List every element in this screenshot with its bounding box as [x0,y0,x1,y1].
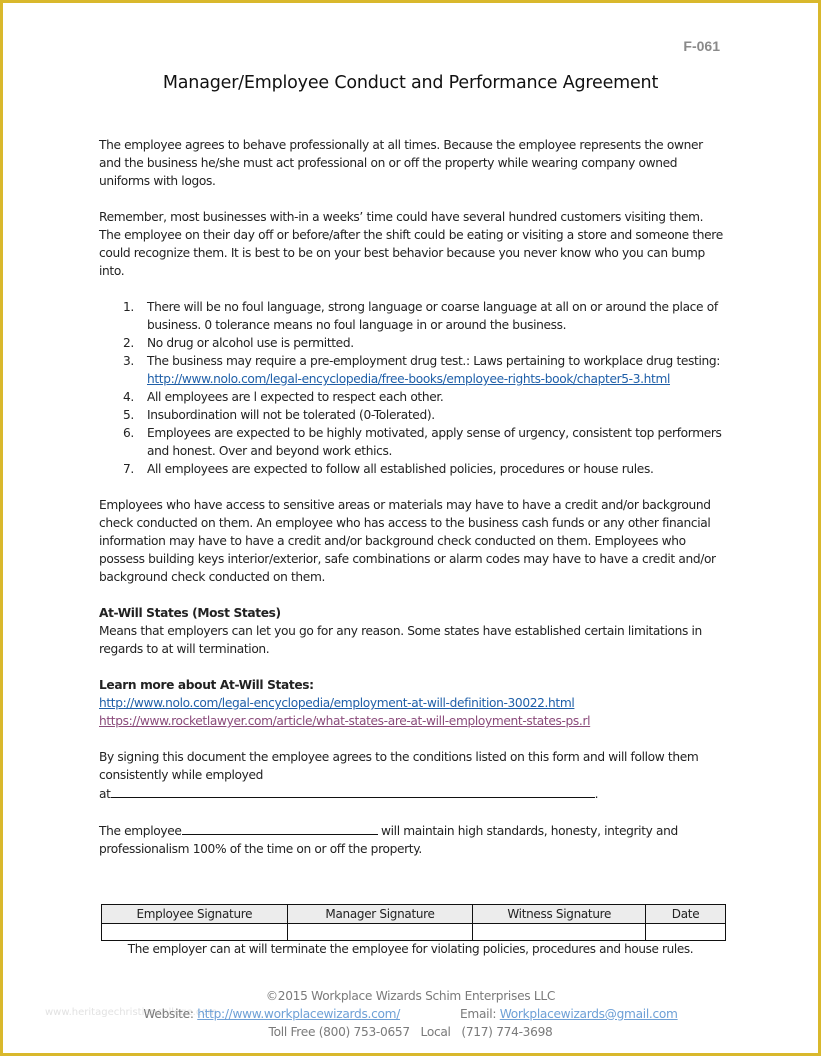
signature-table: Employee Signature Manager Signature Wit… [101,904,726,941]
form-code: F-061 [683,38,720,54]
footer-contact-line: Website: http://www.workplacewizards.com… [143,1007,678,1021]
website-link[interactable]: http://www.workplacewizards.com/ [197,1007,400,1021]
footer: ©2015 Workplace Wizards Schim Enterprise… [3,987,818,1041]
rule-item: 6. Employees are expected to be highly mo… [123,426,722,458]
at-will-heading: At-Will States (Most States) [99,606,281,620]
rules-list: 1. There will be no foul language, strong… [99,298,725,478]
date-header: Date [645,904,726,924]
rule-item: 4. All employees are l expected to respec… [123,390,444,404]
document-title: Manager/Employee Conduct and Performance… [162,73,659,93]
termination-note: The employer can at will terminate the e… [127,942,694,956]
rule-item: 2. No drug or alcohol use is permitted. [123,336,354,350]
at-will-text: Means that employers can let you go for … [99,624,702,656]
rocketlawyer-link[interactable]: https://www.rocketlawyer.com/article/wha… [99,714,591,728]
rule-item: 1. There will be no foul language, strong… [123,300,718,332]
drug-testing-link[interactable]: http://www.nolo.com/legal-encyclopedia/f… [147,372,670,386]
date-cell[interactable] [645,923,726,941]
background-check-paragraph: Employees who have access to sensitive a… [99,498,716,584]
footer-copyright: ©2015 Workplace Wizards Schim Enterprise… [265,989,556,1003]
manager-signature-cell[interactable] [286,923,474,941]
employed-at-line: at. [99,784,725,803]
employee-signature-header: Employee Signature [101,904,288,924]
signature-header-row: Employee Signature Manager Signature Wit… [101,904,726,924]
email-link[interactable]: Workplacewizards@gmail.com [500,1007,678,1021]
employee-commitment-paragraph: The employee will maintain high standard… [99,821,725,858]
witness-signature-header: Witness Signature [472,904,647,924]
remember-paragraph: Remember, most businesses with-in a week… [99,210,723,278]
employer-name-field[interactable] [110,784,595,798]
intro-paragraph: The employee agrees to behave profession… [99,138,703,188]
rule-item: 7. All employees are expected to follow a… [123,462,654,476]
document-page: F-061 Manager/Employee Conduct and Perfo… [0,0,821,1056]
nolo-at-will-link[interactable]: http://www.nolo.com/legal-encyclopedia/e… [99,696,575,710]
employee-signature-cell[interactable] [101,923,288,941]
manager-signature-header: Manager Signature [286,904,474,924]
rule-item: 3. The business may require a pre-employm… [123,354,721,386]
footer-phones: Toll Free (800) 753-0657 Local (717) 774… [268,1025,553,1039]
document-body: The employee agrees to behave profession… [99,136,725,858]
rule-item: 5. Insubordination will not be tolerated … [123,408,435,422]
signing-paragraph: By signing this document the employee ag… [99,750,699,782]
employee-name-field[interactable] [181,821,378,835]
signature-value-row [101,923,726,941]
witness-signature-cell[interactable] [472,923,647,941]
learn-more-heading: Learn more about At-Will States: [99,678,314,692]
